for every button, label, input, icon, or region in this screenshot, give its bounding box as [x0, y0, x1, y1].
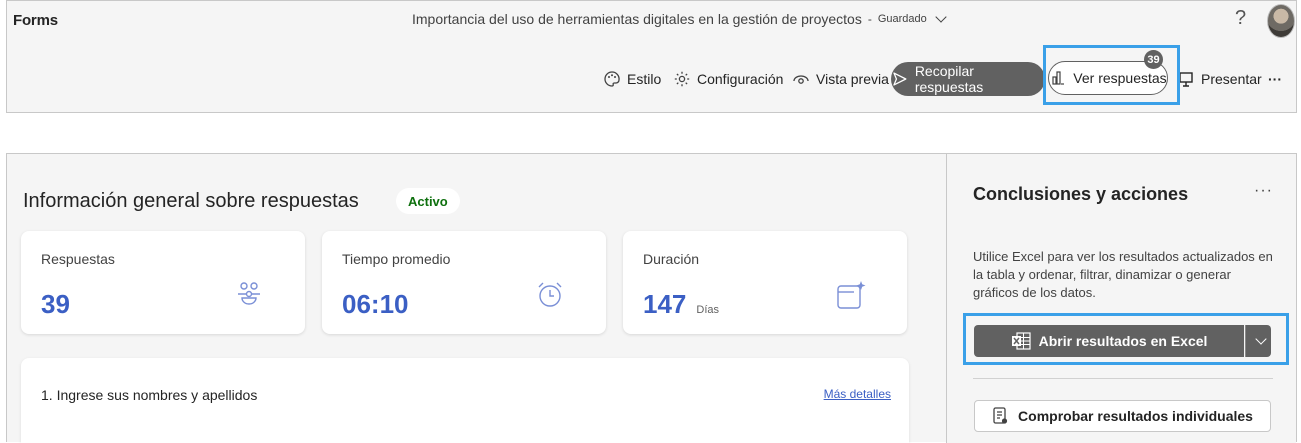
collect-label: Recopilar respuestas [914, 63, 984, 95]
open-in-excel-button[interactable]: Abrir resultados en Excel [974, 325, 1244, 357]
document-list-icon [993, 407, 1008, 424]
bar-chart-icon [1052, 71, 1065, 85]
people-icon [238, 282, 260, 305]
app-name[interactable]: Forms [13, 12, 58, 29]
title-separator: - [867, 12, 872, 26]
status-badge: Activo [396, 188, 460, 214]
help-button[interactable]: ? [1235, 7, 1246, 30]
settings-label: Configuración [697, 71, 784, 87]
style-label: Estilo [627, 71, 662, 87]
stat-value: 39 [41, 289, 70, 320]
more-options-button[interactable]: ··· [1268, 62, 1282, 96]
stat-label: Respuestas [41, 251, 115, 267]
stat-number: 06:10 [342, 289, 409, 319]
chevron-down-icon [1254, 333, 1267, 345]
stat-number: 39 [41, 289, 70, 319]
stat-label: Tiempo promedio [342, 251, 451, 267]
gear-icon [674, 71, 690, 87]
stat-label: Duración [643, 251, 700, 267]
check-individual-results-label: Comprobar resultados individuales [1018, 408, 1253, 424]
responses-count-badge: 39 [1144, 50, 1163, 69]
style-button[interactable]: Estilo [603, 62, 661, 96]
save-status: Guardado [877, 13, 927, 25]
stat-number: 147 [643, 289, 687, 319]
panel-divider [973, 378, 1273, 379]
document-title-text: Importancia del uso de herramientas digi… [412, 11, 862, 27]
chevron-down-icon[interactable] [935, 11, 947, 23]
preview-button[interactable]: Vista previa [792, 62, 889, 96]
eye-icon [793, 75, 809, 84]
stat-value: 06:10 [342, 289, 409, 320]
collect-responses-button[interactable]: Recopilar respuestas [891, 62, 1045, 96]
insights-panel: Conclusiones y acciones ··· Utilice Exce… [946, 154, 1296, 443]
stat-card-average-time: Tiempo promedio 06:10 [322, 231, 606, 334]
overview-title: Información general sobre respuestas [23, 190, 359, 212]
question-title: 1. Ingrese sus nombres y apellidos [41, 387, 258, 403]
check-individual-results-button[interactable]: Comprobar resultados individuales [974, 400, 1271, 432]
stat-unit: Días [696, 304, 720, 316]
stat-card-duration: Duración 147 Días [623, 231, 907, 334]
settings-button[interactable]: Configuración [673, 62, 783, 96]
excel-icon [1011, 332, 1031, 350]
document-title[interactable]: Importancia del uso de herramientas digi… [412, 11, 947, 27]
view-responses-label: Ver respuestas [1073, 70, 1167, 86]
excel-options-dropdown[interactable] [1245, 325, 1271, 357]
stat-card-responses: Respuestas 39 [21, 231, 305, 334]
alarm-clock-icon [538, 282, 562, 307]
more-details-link[interactable]: Más detalles [824, 387, 891, 401]
question-summary-card: 1. Ingrese sus nombres y apellidos Más d… [21, 358, 909, 443]
present-button[interactable]: Presentar [1177, 62, 1262, 96]
panel-description: Utilice Excel para ver los resultados ac… [973, 249, 1273, 300]
palette-icon [604, 71, 620, 87]
avatar[interactable] [1267, 4, 1295, 38]
stat-value: 147 Días [643, 289, 719, 320]
calendar-sparkle-icon [837, 281, 866, 309]
present-label: Presentar [1201, 71, 1262, 87]
panel-more-button[interactable]: ··· [1254, 182, 1273, 200]
preview-label: Vista previa [816, 71, 889, 87]
open-in-excel-label: Abrir resultados en Excel [1038, 333, 1208, 349]
panel-title: Conclusiones y acciones [973, 184, 1189, 204]
send-icon [893, 72, 907, 86]
responses-overview-section: Información general sobre respuestas Act… [6, 153, 1297, 443]
